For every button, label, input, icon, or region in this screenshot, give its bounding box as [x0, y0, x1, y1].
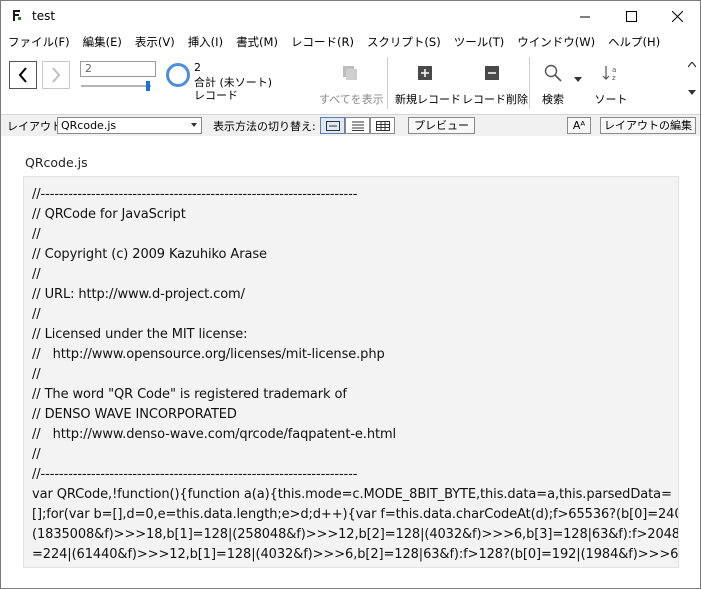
close-icon — [671, 11, 683, 22]
code-field[interactable]: //--------------------------------------… — [23, 176, 679, 568]
view-as-form-button[interactable] — [320, 117, 345, 134]
code-line: // DENSO WAVE INCORPORATED — [32, 407, 237, 422]
minus-icon — [485, 66, 499, 80]
close-button[interactable] — [654, 1, 700, 32]
current-record-input[interactable]: 2 — [80, 61, 156, 77]
field-label: QRcode.js — [25, 155, 88, 170]
show-all-icon — [343, 66, 357, 80]
chevron-down-icon — [191, 123, 197, 127]
edit-layout-button[interactable]: レイアウトの編集 — [600, 117, 696, 134]
record-label: レコード — [194, 89, 238, 102]
code-line: // URL: http://www.d-project.com/ — [32, 287, 245, 302]
svg-text:z: z — [612, 74, 616, 82]
code-line: var QRCode,!function(){function a(a){thi… — [32, 487, 672, 502]
find-dropdown-icon[interactable] — [574, 77, 582, 83]
text-size-button[interactable]: Aᴬ — [567, 117, 591, 134]
show-all-button[interactable]: すべてを表示 — [319, 60, 384, 107]
sort-icon: a z — [602, 66, 616, 82]
layout-bar: レイアウト: QRcode.js 表示方法の切り替え: プレビュー Aᴬ レイア… — [1, 114, 700, 137]
code-line: // http://www.denso-wave.com/qrcode/faqp… — [32, 427, 397, 442]
chevron-left-icon — [18, 67, 27, 83]
sort-label: ソート — [594, 93, 628, 106]
plus-icon — [418, 66, 432, 80]
collapse-toolbar-icon[interactable] — [688, 62, 696, 68]
menu-edit[interactable]: 編集(E) — [76, 34, 128, 50]
menu-bar: ファイル(F) 編集(E) 表示(V) 挿入(I) 書式(M) レコード(R) … — [1, 32, 700, 52]
record-count: 2 — [194, 61, 201, 74]
code-line: // The word "QR Code" is registered trad… — [32, 387, 347, 402]
menu-help[interactable]: ヘルプ(H) — [601, 34, 666, 50]
code-line: // QRCode for JavaScript — [32, 207, 186, 222]
list-view-icon — [351, 121, 364, 131]
show-all-label: すべてを表示 — [319, 93, 384, 106]
form-view-icon — [325, 120, 340, 131]
chevron-right-icon — [52, 67, 61, 83]
view-as-label: 表示方法の切り替え: — [213, 120, 316, 133]
maximize-icon — [625, 11, 637, 22]
code-line: // — [32, 447, 41, 462]
find-label: 検索 — [542, 93, 564, 106]
menu-insert[interactable]: 挿入(I) — [181, 34, 229, 50]
toolbar-divider — [529, 57, 530, 109]
code-line: // — [32, 227, 41, 242]
app-window: test ファイル(F) 編集(E) 表示(V) 挿入(I) 書式(M) レコー… — [0, 0, 701, 589]
layout-select[interactable]: QRcode.js — [57, 117, 202, 134]
menu-scripts[interactable]: スクリプト(S) — [360, 34, 447, 50]
svg-text:a: a — [612, 66, 616, 74]
menu-window[interactable]: ウインドウ(W) — [510, 34, 601, 50]
layout-select-value: QRcode.js — [61, 119, 117, 132]
previous-record-button[interactable] — [9, 61, 37, 89]
toolbar-overflow-icon[interactable] — [688, 90, 696, 96]
window-title: test — [32, 9, 56, 23]
new-record-label: 新規レコード — [395, 93, 461, 106]
code-line: // Licensed under the MIT license: — [32, 327, 248, 342]
search-icon — [544, 64, 562, 82]
menu-format[interactable]: 書式(M) — [229, 34, 284, 50]
code-line: // — [32, 307, 41, 322]
preview-button[interactable]: プレビュー — [408, 117, 475, 134]
menu-file[interactable]: ファイル(F) — [1, 34, 76, 50]
find-button[interactable]: 検索 — [533, 60, 573, 107]
code-line: [];for(var b=[],d=0,e=this.data.length;e… — [32, 507, 679, 522]
delete-record-button[interactable]: レコード削除 — [462, 60, 528, 107]
view-as-table-button[interactable] — [370, 117, 395, 134]
code-line: (1835008&f)>>>18,b[1]=128|(258048&f)>>>1… — [32, 527, 679, 542]
table-view-icon — [375, 120, 390, 131]
minimize-button[interactable] — [562, 1, 608, 32]
code-line: // http://www.opensource.org/licenses/mi… — [32, 347, 385, 362]
code-line: // — [32, 367, 41, 382]
minimize-icon — [579, 16, 590, 18]
maximize-button[interactable] — [608, 1, 654, 32]
status-toolbar: 2 2 合計 (未ソート) レコード すべてを表示 新規レコード レコード削除 … — [1, 52, 700, 114]
menu-view[interactable]: 表示(V) — [128, 34, 181, 50]
delete-record-label: レコード削除 — [462, 93, 528, 106]
record-content: QRcode.js //----------------------------… — [1, 136, 700, 588]
next-record-button[interactable] — [42, 61, 70, 89]
pie-indicator-icon — [166, 63, 190, 87]
title-bar: test — [1, 1, 700, 32]
sort-button[interactable]: a z ソート — [591, 60, 631, 107]
record-slider[interactable] — [81, 81, 153, 91]
code-line: //--------------------------------------… — [32, 187, 358, 202]
filemaker-icon — [10, 9, 23, 22]
code-line: // — [32, 267, 41, 282]
menu-tools[interactable]: ツール(T) — [447, 34, 511, 50]
code-line: // Copyright (c) 2009 Kazuhiko Arase — [32, 247, 267, 262]
menu-records[interactable]: レコード(R) — [284, 34, 360, 50]
toolbar-divider — [387, 57, 388, 109]
view-as-list-button[interactable] — [345, 117, 370, 134]
code-line: =224|(61440&f)>>>12,b[1]=128|(4032&f)>>>… — [32, 547, 679, 562]
code-line: //--------------------------------------… — [32, 467, 358, 482]
new-record-button[interactable]: 新規レコード — [395, 60, 461, 107]
